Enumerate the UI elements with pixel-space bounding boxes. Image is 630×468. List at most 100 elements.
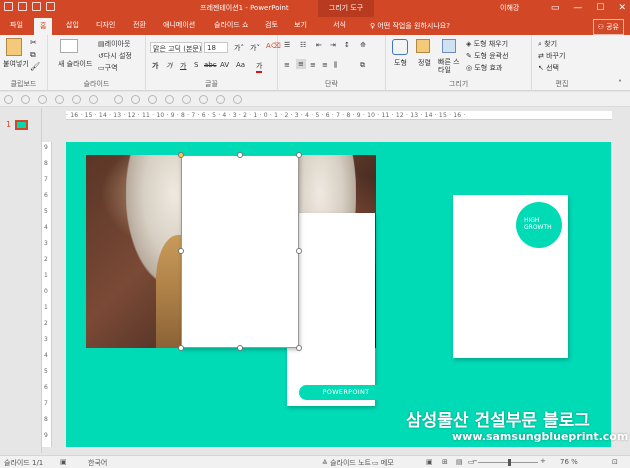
- tool-11-icon[interactable]: [182, 95, 191, 104]
- font-color-icon[interactable]: 가: [256, 61, 263, 73]
- collapse-ribbon-icon[interactable]: ˄: [618, 79, 622, 88]
- tell-me-box[interactable]: ♀ 어떤 작업을 원하시나요?: [370, 21, 450, 31]
- tab-insert[interactable]: 삽입: [66, 20, 79, 30]
- arrange-button[interactable]: 정렬: [418, 58, 431, 68]
- tool-2-icon[interactable]: [21, 95, 30, 104]
- replace-button[interactable]: ⇄ 바꾸기: [538, 51, 565, 61]
- paste-button[interactable]: 붙여넣기: [3, 59, 29, 69]
- fit-to-window-icon[interactable]: ⊡: [612, 458, 618, 466]
- resize-handle-top-left[interactable]: [178, 152, 184, 158]
- slide-sorter-icon[interactable]: ⊞: [442, 458, 448, 466]
- strikethrough-icon[interactable]: abc: [204, 61, 217, 69]
- normal-view-icon[interactable]: ▣: [426, 458, 433, 466]
- card-powerpoint[interactable]: POWERPOINT: [287, 213, 393, 406]
- change-case-icon[interactable]: Aa: [236, 61, 245, 69]
- quick-styles-button[interactable]: 빠른 스타일: [438, 58, 460, 74]
- layout-button[interactable]: ▤ 레이아웃: [98, 39, 130, 49]
- tab-animations[interactable]: 애니메이션: [163, 20, 195, 30]
- save-icon[interactable]: [4, 2, 13, 11]
- font-family-select[interactable]: 맑은 고딕 (본문): [150, 42, 202, 53]
- shape-effects-button[interactable]: ◎ 도형 효과: [466, 63, 502, 73]
- tool-10-icon[interactable]: [165, 95, 174, 104]
- tab-format[interactable]: 서식: [333, 20, 346, 30]
- convert-smartart-icon[interactable]: ⧉: [360, 61, 365, 70]
- start-slideshow-icon[interactable]: [46, 2, 55, 11]
- tab-slideshow[interactable]: 슬라이드 쇼: [214, 20, 248, 30]
- powerpoint-pill-button[interactable]: POWERPOINT: [299, 385, 393, 400]
- copy-icon[interactable]: ⧉: [30, 50, 36, 60]
- tab-review[interactable]: 검토: [265, 20, 278, 30]
- shapes-button[interactable]: 도형: [394, 58, 407, 68]
- notes-button[interactable]: ≙ 슬라이드 노트: [322, 458, 371, 468]
- line-spacing-icon[interactable]: ↕: [344, 41, 350, 49]
- quick-styles-icon[interactable]: [442, 39, 456, 53]
- char-spacing-icon[interactable]: AV: [220, 61, 229, 69]
- minimize-icon[interactable]: —: [573, 1, 582, 15]
- decrease-indent-icon[interactable]: ⇤: [316, 41, 322, 49]
- bullets-icon[interactable]: ☰: [284, 41, 290, 49]
- tool-12-icon[interactable]: [199, 95, 208, 104]
- numbering-icon[interactable]: ☷: [300, 41, 306, 49]
- tool-14-icon[interactable]: [233, 95, 242, 104]
- shadow-icon[interactable]: S: [194, 61, 198, 69]
- arrange-icon[interactable]: [416, 39, 430, 53]
- slide-canvas[interactable]: POWERPOINT HIGH GROWTH ⟳: [66, 142, 611, 447]
- increase-indent-icon[interactable]: ⇥: [330, 41, 336, 49]
- justify-icon[interactable]: ≡: [322, 61, 328, 69]
- resize-handle-left[interactable]: [178, 248, 184, 254]
- tool-6-icon[interactable]: [89, 95, 98, 104]
- zoom-level[interactable]: 76 %: [560, 458, 578, 466]
- section-button[interactable]: ▭ 구역: [98, 63, 118, 73]
- close-icon[interactable]: ✕: [618, 1, 626, 15]
- ribbon-display-icon[interactable]: ▭: [551, 1, 560, 15]
- font-size-select[interactable]: 18: [204, 42, 228, 53]
- resize-handle-top-right[interactable]: [296, 152, 302, 158]
- resize-handle-bottom[interactable]: [237, 345, 243, 351]
- tool-5-icon[interactable]: [72, 95, 81, 104]
- format-painter-icon[interactable]: 🖌: [30, 62, 40, 71]
- language-indicator[interactable]: 한국어: [88, 458, 107, 468]
- maximize-icon[interactable]: ☐: [596, 1, 604, 15]
- tab-file[interactable]: 파일: [10, 20, 23, 30]
- find-button[interactable]: ⌕ 찾기: [538, 39, 557, 49]
- new-slide-button[interactable]: 새 슬라이드: [58, 59, 92, 69]
- user-name[interactable]: 이해강: [500, 3, 519, 13]
- slide-thumbnail[interactable]: [15, 120, 28, 130]
- card-high-growth[interactable]: HIGH GROWTH: [453, 195, 568, 358]
- resize-handle-bottom-left[interactable]: [178, 345, 184, 351]
- text-direction-icon[interactable]: ⟰: [360, 41, 366, 49]
- resize-handle-top[interactable]: [237, 152, 243, 158]
- cut-icon[interactable]: ✂: [30, 38, 37, 47]
- zoom-in-icon[interactable]: +: [540, 457, 546, 465]
- grow-font-icon[interactable]: 가˄: [234, 43, 244, 53]
- shape-outline-button[interactable]: ✎ 도형 윤곽선: [466, 51, 509, 61]
- shapes-icon[interactable]: [392, 39, 408, 55]
- columns-icon[interactable]: ⫼: [334, 61, 337, 70]
- italic-icon[interactable]: 가: [166, 61, 172, 71]
- align-right-icon[interactable]: ≡: [310, 61, 316, 69]
- tool-7-icon[interactable]: [114, 95, 123, 104]
- share-button[interactable]: ⚇ 공유: [592, 19, 624, 35]
- zoom-out-icon[interactable]: −: [472, 457, 478, 465]
- shrink-font-icon[interactable]: 가˅: [250, 43, 260, 53]
- reset-button[interactable]: ↺ 다시 설정: [98, 51, 132, 61]
- tab-view[interactable]: 보기: [294, 20, 307, 30]
- tab-design[interactable]: 디자인: [96, 20, 115, 30]
- resize-handle-bottom-right[interactable]: [296, 345, 302, 351]
- tool-9-icon[interactable]: [148, 95, 157, 104]
- zoom-slider-thumb[interactable]: [508, 459, 511, 466]
- select-button[interactable]: ↖ 선택: [538, 63, 559, 73]
- bold-icon[interactable]: 가: [152, 61, 158, 71]
- new-slide-icon[interactable]: [60, 39, 78, 53]
- tool-8-icon[interactable]: [131, 95, 140, 104]
- paste-icon[interactable]: [6, 38, 22, 56]
- align-left-icon[interactable]: ≡: [284, 61, 290, 69]
- tab-home[interactable]: 홈: [34, 18, 53, 35]
- tool-13-icon[interactable]: [216, 95, 225, 104]
- undo-icon[interactable]: [18, 2, 27, 11]
- redo-icon[interactable]: [32, 2, 41, 11]
- tab-transitions[interactable]: 전환: [133, 20, 146, 30]
- spellcheck-icon[interactable]: ▣: [60, 458, 67, 466]
- comments-button[interactable]: ▭ 메모: [372, 458, 394, 468]
- resize-handle-right[interactable]: [296, 248, 302, 254]
